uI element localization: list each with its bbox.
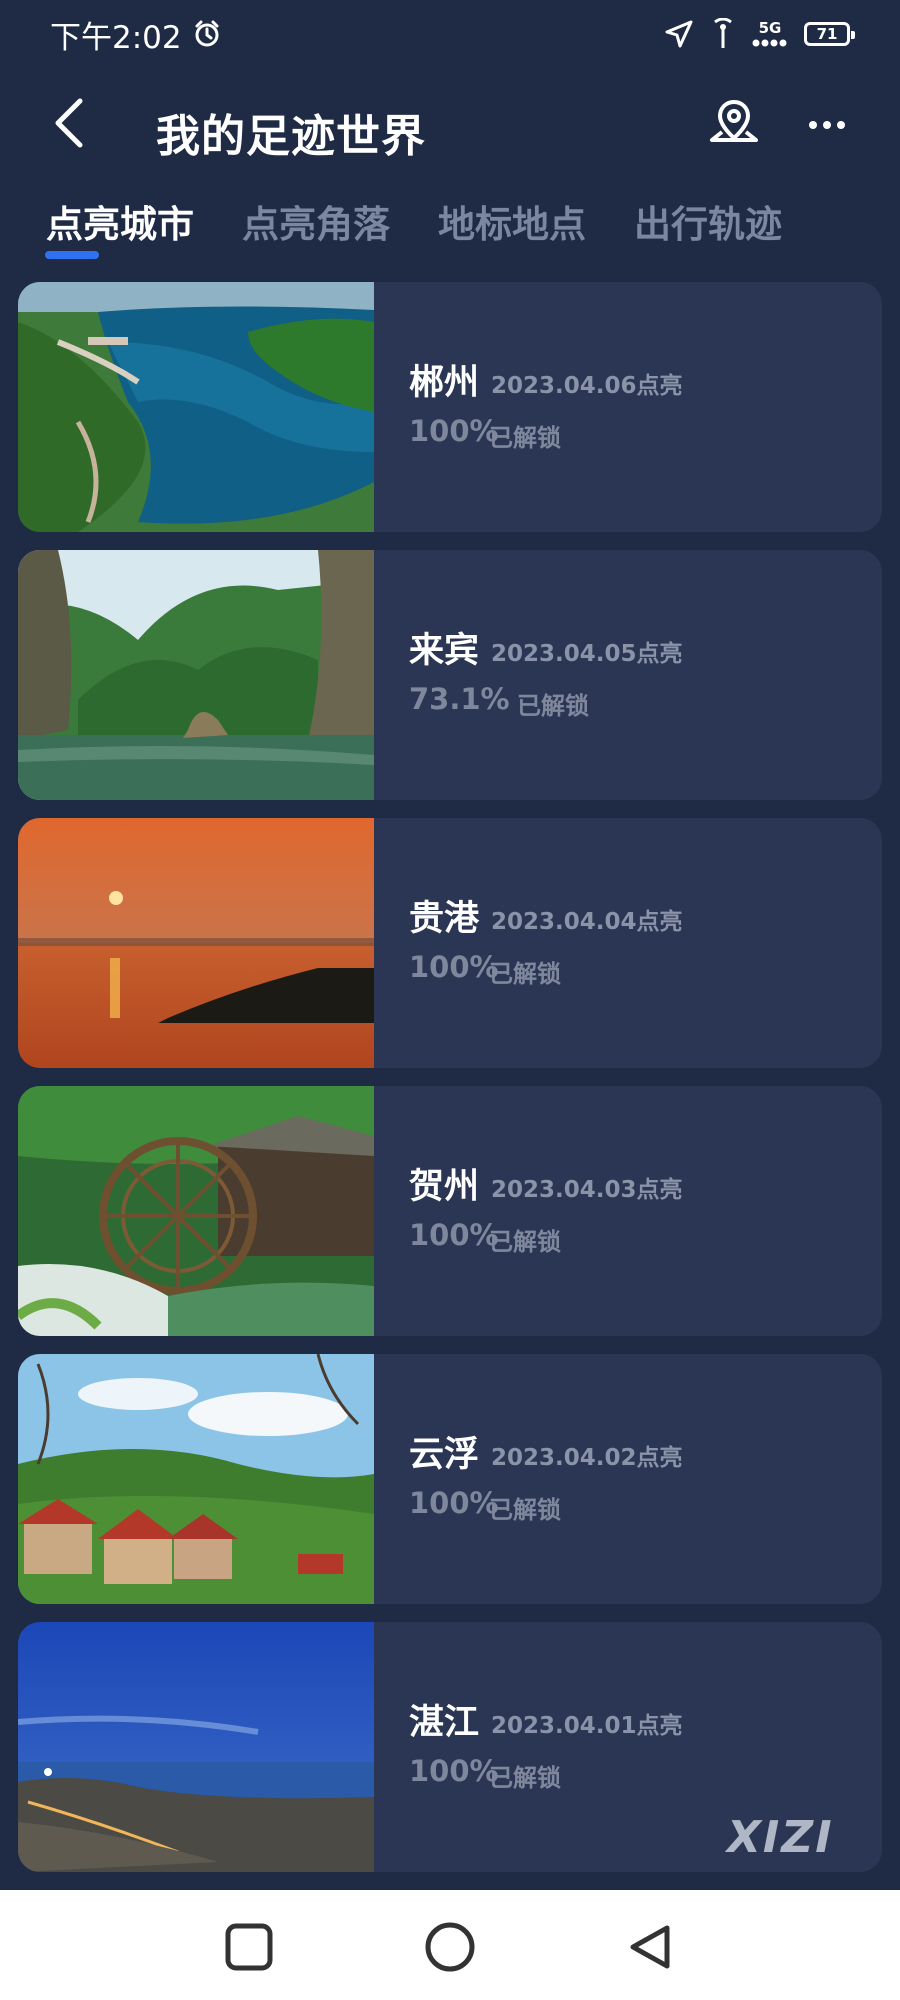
city-name: 湛江 xyxy=(409,1703,480,1743)
city-unlock-label: 已解锁 xyxy=(489,1228,561,1256)
city-unlock-label: 已解锁 xyxy=(517,692,589,720)
city-name: 云浮 xyxy=(409,1435,480,1475)
system-nav-bar xyxy=(0,1890,900,2000)
status-right: 5G 71 xyxy=(664,18,855,50)
active-tab-indicator xyxy=(45,251,99,259)
watermark-logo: XIZI xyxy=(727,1812,834,1863)
more-dots-icon xyxy=(809,121,845,129)
city-unlock-label: 已解锁 xyxy=(489,960,561,988)
chevron-left-icon xyxy=(55,98,83,148)
battery-level: 71 xyxy=(816,24,838,43)
status-bar: 下午2:02 5G 71 xyxy=(0,0,900,68)
city-name: 贺州 xyxy=(409,1167,480,1207)
city-unlock-label: 已解锁 xyxy=(489,424,561,452)
city-progress: 100% xyxy=(409,1218,499,1252)
city-photo xyxy=(18,1354,374,1604)
city-progress: 100% xyxy=(409,414,499,448)
city-progress: 100% xyxy=(409,950,499,984)
city-photo xyxy=(18,550,374,800)
network-5g-icon: 5G xyxy=(752,18,788,48)
city-card[interactable]: 郴州 2023.04.06点亮 100% 已解锁 xyxy=(18,282,882,532)
more-button[interactable] xyxy=(802,100,852,150)
city-name: 来宾 xyxy=(409,631,480,671)
city-card[interactable]: 贺州 2023.04.03点亮 100% 已解锁 xyxy=(18,1086,882,1336)
city-progress: 73.1% xyxy=(409,682,510,716)
city-date: 2023.04.03点亮 xyxy=(491,1177,683,1203)
city-name: 贵港 xyxy=(409,899,480,939)
city-unlock-label: 已解锁 xyxy=(489,1496,561,1524)
city-progress: 100% xyxy=(409,1486,499,1520)
circle-home-icon xyxy=(425,1922,475,1972)
back-nav-button[interactable] xyxy=(615,1912,685,1982)
city-unlock-label: 已解锁 xyxy=(489,1764,561,1792)
battery-icon: 71 xyxy=(804,22,855,46)
map-button[interactable] xyxy=(705,84,763,160)
city-photo xyxy=(18,1622,374,1872)
status-left: 下午2:02 xyxy=(50,12,222,57)
city-date: 2023.04.06点亮 xyxy=(491,373,683,399)
tab-bar: 点亮城市 点亮角落 地标地点 出行轨迹 xyxy=(46,190,782,270)
map-pin-icon xyxy=(710,99,758,142)
alarm-icon xyxy=(192,19,222,49)
recent-apps-button[interactable] xyxy=(214,1912,284,1982)
city-progress: 100% xyxy=(409,1754,499,1788)
back-button[interactable] xyxy=(44,88,94,158)
signal-icon xyxy=(710,18,736,50)
city-name: 郴州 xyxy=(409,363,480,403)
city-card[interactable]: 云浮 2023.04.02点亮 100% 已解锁 xyxy=(18,1354,882,1604)
tab-lit-corners[interactable]: 点亮角落 xyxy=(242,190,390,270)
page-title: 我的足迹世界 xyxy=(156,111,426,162)
square-recent-icon xyxy=(225,1923,273,1971)
city-card[interactable]: 贵港 2023.04.04点亮 100% 已解锁 xyxy=(18,818,882,1068)
tab-landmarks[interactable]: 地标地点 xyxy=(438,190,586,270)
city-photo xyxy=(18,282,374,532)
city-photo xyxy=(18,1086,374,1336)
city-date: 2023.04.01点亮 xyxy=(491,1713,683,1739)
city-date: 2023.04.02点亮 xyxy=(491,1445,683,1471)
triangle-back-icon xyxy=(630,1925,670,1969)
home-button[interactable] xyxy=(415,1912,485,1982)
city-date: 2023.04.04点亮 xyxy=(491,909,683,935)
city-card[interactable]: 来宾 2023.04.05点亮 73.1% 已解锁 xyxy=(18,550,882,800)
network-label: 5G xyxy=(758,18,782,37)
status-time: 下午2:02 xyxy=(50,19,182,56)
location-arrow-icon xyxy=(664,19,694,49)
city-date: 2023.04.05点亮 xyxy=(491,641,683,667)
app-header: 我的足迹世界 xyxy=(0,70,900,180)
tab-travel-tracks[interactable]: 出行轨迹 xyxy=(634,190,782,270)
city-photo xyxy=(18,818,374,1068)
